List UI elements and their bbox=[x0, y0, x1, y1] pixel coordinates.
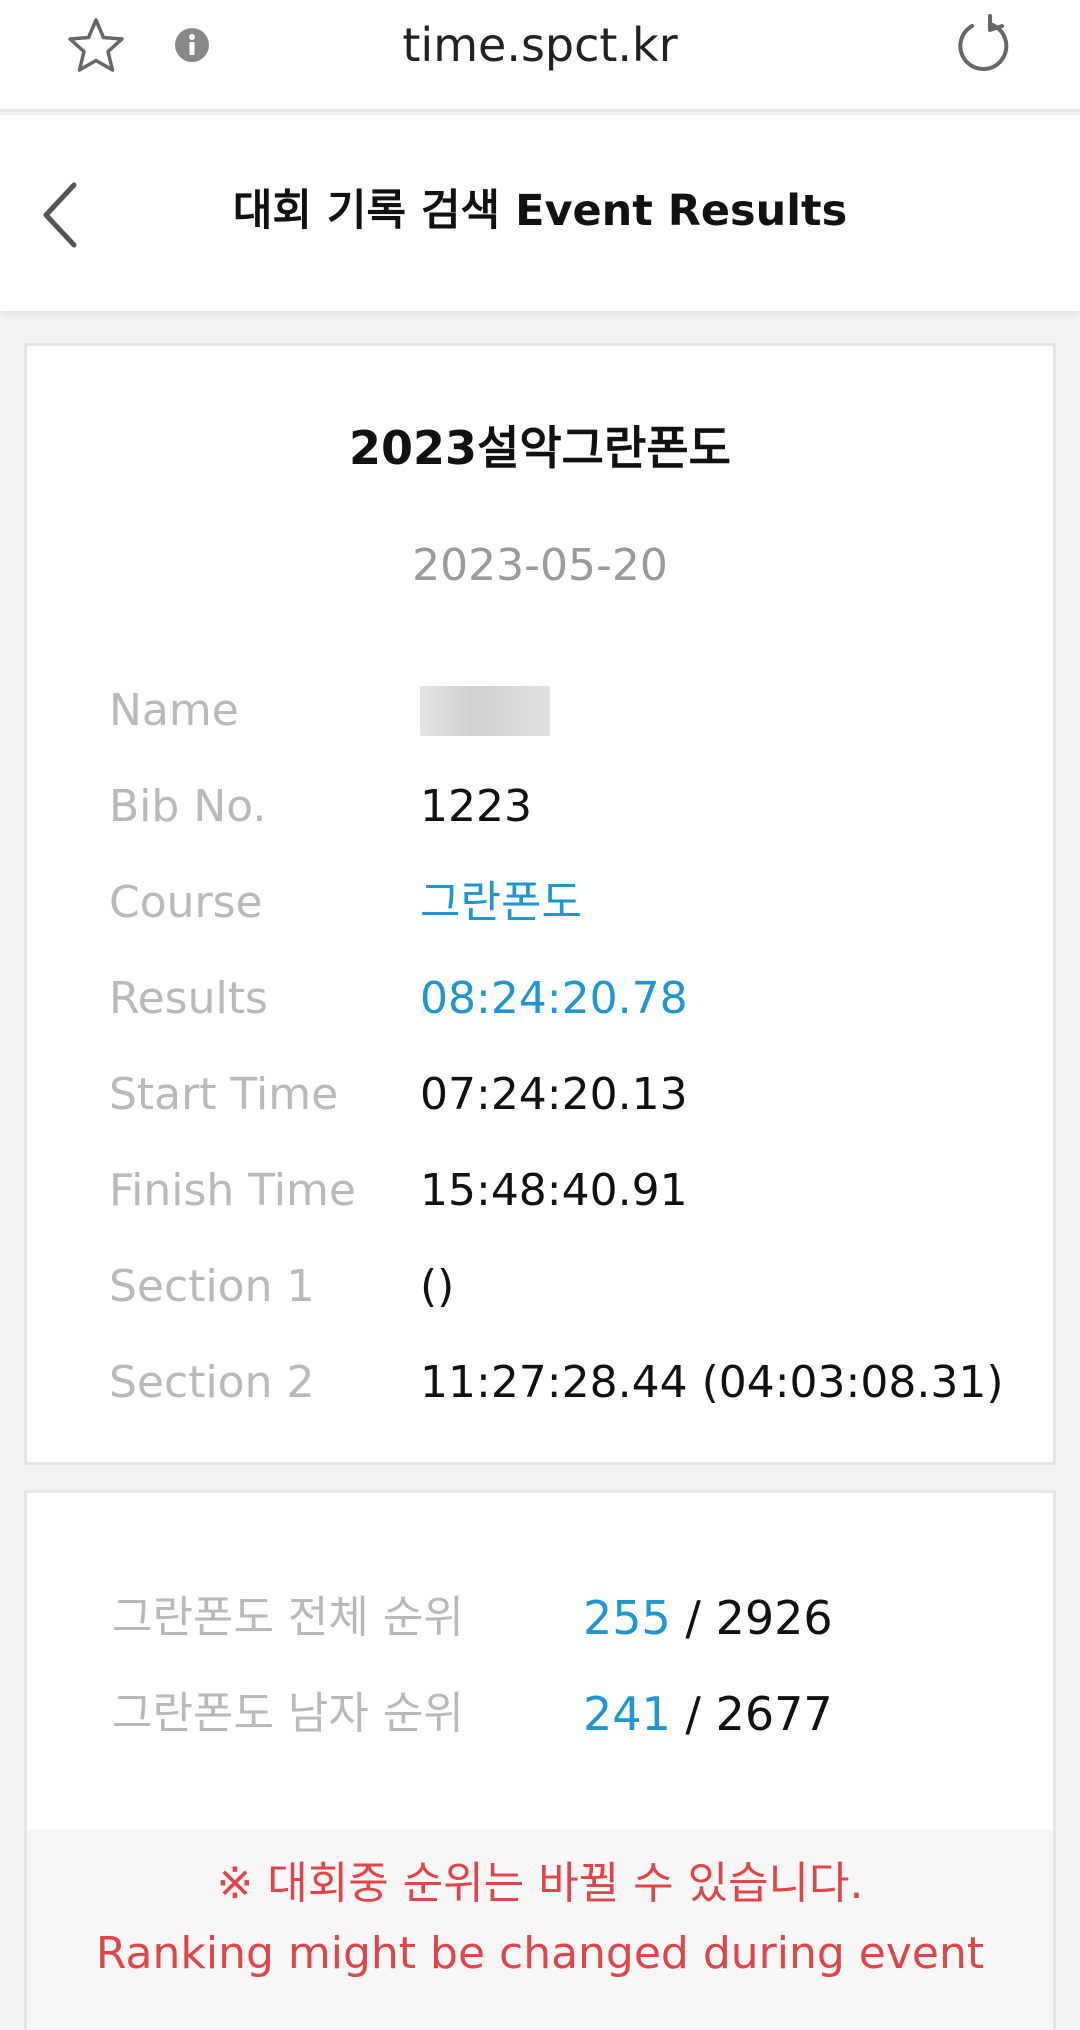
rank-row-male: 그란폰도 남자 순위 241 / 2677 bbox=[27, 1674, 1053, 1754]
rank-position: 255 bbox=[583, 1591, 671, 1645]
field-label: Section 2 bbox=[109, 1357, 315, 1408]
field-label: Name bbox=[109, 685, 239, 736]
rank-value: 241 / 2677 bbox=[583, 1674, 833, 1754]
notice-korean: ※ 대회중 순위는 바뀔 수 있습니다. bbox=[216, 1858, 864, 1909]
field-label: Section 1 bbox=[109, 1261, 315, 1312]
field-label: Course bbox=[109, 877, 263, 928]
field-row-course: Course 그란폰도 bbox=[27, 868, 1053, 938]
rank-label: 그란폰도 전체 순위 bbox=[112, 1592, 464, 1643]
event-date: 2023-05-20 bbox=[412, 540, 668, 591]
page-header: 대회 기록 검색 Event Results bbox=[0, 115, 1080, 311]
ranking-notice: ※ 대회중 순위는 바뀔 수 있습니다. Ranking might be ch… bbox=[27, 1830, 1053, 2030]
browser-address-bar: time.spct.kr bbox=[0, 0, 1080, 112]
notice-english: Ranking might be changed during event bbox=[95, 1928, 985, 1979]
field-row-section1: Section 1 () bbox=[27, 1252, 1053, 1322]
rank-separator: / bbox=[670, 1591, 716, 1645]
field-row-finish: Finish Time 15:48:40.91 bbox=[27, 1156, 1053, 1226]
rank-row-overall: 그란폰도 전체 순위 255 / 2926 bbox=[27, 1578, 1053, 1658]
field-value: 1223 bbox=[420, 781, 532, 832]
field-value: 07:24:20.13 bbox=[420, 1069, 688, 1120]
ranking-card: 그란폰도 전체 순위 255 / 2926 그란폰도 남자 순위 241 / 2… bbox=[24, 1490, 1056, 2030]
result-card: 2023설악그란폰도 2023-05-20 Name Bib No. 1223 … bbox=[24, 343, 1056, 1465]
rank-separator: / bbox=[670, 1687, 716, 1741]
field-row-name: Name bbox=[27, 676, 1053, 746]
field-label: Bib No. bbox=[109, 781, 267, 832]
field-row-section2: Section 2 11:27:28.44 (04:03:08.31) bbox=[27, 1348, 1053, 1418]
reload-icon[interactable] bbox=[950, 12, 1016, 78]
rank-total: 2926 bbox=[715, 1591, 833, 1645]
redacted-name bbox=[420, 686, 550, 736]
field-value: 11:27:28.44 (04:03:08.31) bbox=[420, 1357, 1004, 1408]
field-row-results: Results 08:24:20.78 bbox=[27, 964, 1053, 1034]
rank-value: 255 / 2926 bbox=[583, 1578, 833, 1658]
result-time: 08:24:20.78 bbox=[420, 973, 688, 1024]
field-value: () bbox=[420, 1261, 455, 1312]
field-row-bib: Bib No. 1223 bbox=[27, 772, 1053, 842]
page-title: 대회 기록 검색 Event Results bbox=[232, 186, 848, 236]
url-text[interactable]: time.spct.kr bbox=[0, 14, 1080, 76]
rank-total: 2677 bbox=[715, 1687, 833, 1741]
course-link[interactable]: 그란폰도 bbox=[420, 868, 582, 938]
field-label: Results bbox=[109, 973, 268, 1024]
rank-position: 241 bbox=[583, 1687, 671, 1741]
field-value: 15:48:40.91 bbox=[420, 1165, 688, 1216]
field-label: Start Time bbox=[109, 1069, 339, 1120]
event-name: 2023설악그란폰도 bbox=[349, 421, 731, 475]
field-label: Finish Time bbox=[109, 1165, 356, 1216]
field-row-start: Start Time 07:24:20.13 bbox=[27, 1060, 1053, 1130]
rank-label: 그란폰도 남자 순위 bbox=[112, 1688, 464, 1739]
